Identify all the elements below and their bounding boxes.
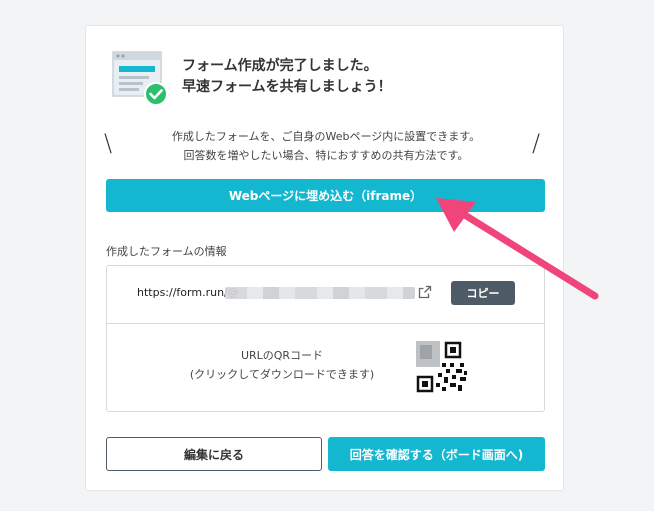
qr-code-icon[interactable]	[416, 341, 468, 393]
form-url-row: https://form.run/@ コピー	[107, 266, 544, 324]
title-line-2: 早速フォームを共有しましょう！	[182, 79, 392, 95]
qr-hint: (クリックしてダウンロードできます)	[189, 368, 375, 381]
decor-slash-left: \	[104, 129, 113, 157]
form-info-box: https://form.run/@ コピー URLのQRコード (クリックして…	[106, 265, 545, 412]
embed-iframe-button[interactable]: Webページに埋め込む（iframe）	[106, 179, 545, 212]
page-title: フォーム作成が完了しました。 早速フォームを共有しましょう！	[182, 56, 542, 98]
completion-card: フォーム作成が完了しました。 早速フォームを共有しましょう！ \ 作成したフォー…	[85, 25, 564, 491]
share-description: 作成したフォームを、ご自身のWebページ内に設置できます。 回答数を増やしたい場…	[126, 127, 526, 165]
copy-url-button[interactable]: コピー	[451, 281, 515, 305]
form-info-label: 作成したフォームの情報	[106, 245, 227, 258]
external-link-icon[interactable]	[417, 284, 433, 300]
form-complete-check-icon	[112, 50, 168, 106]
confirm-responses-button[interactable]: 回答を確認する（ボード画面へ)	[328, 437, 545, 471]
qr-description: URLのQRコード (クリックしてダウンロードできます)	[147, 346, 417, 384]
back-to-edit-button[interactable]: 編集に戻る	[106, 437, 322, 471]
decor-slash-right: /	[532, 129, 541, 157]
qr-label: URLのQRコード	[240, 349, 324, 362]
description-line-2: 回答数を増やしたい場合、特におすすめの共有方法です。	[183, 149, 469, 162]
form-url-text: https://form.run/@	[137, 286, 239, 299]
form-url-redacted	[225, 287, 415, 299]
description-line-1: 作成したフォームを、ご自身のWebページ内に設置できます。	[171, 130, 481, 143]
title-line-1: フォーム作成が完了しました。	[182, 58, 378, 74]
